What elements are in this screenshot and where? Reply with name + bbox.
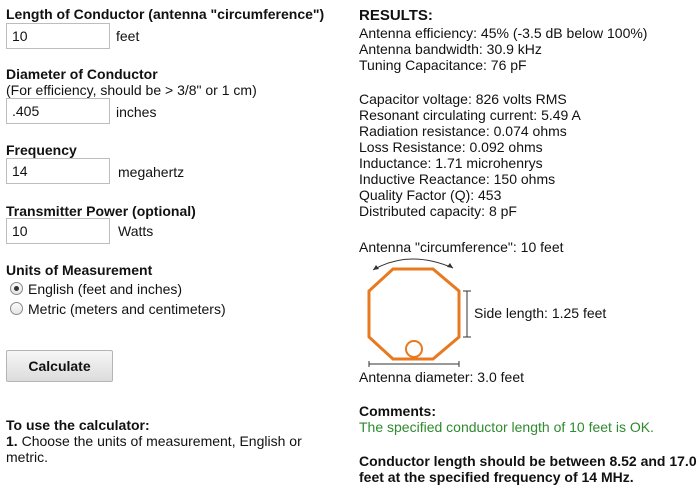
instructions-step-1: 1. Choose the units of measurement, Engl… [6,433,302,449]
result-inductive-reactance: Inductive Reactance: 150 ohms [359,171,556,187]
length-input[interactable] [6,23,110,49]
radio-metric[interactable] [10,302,23,315]
power-label: Transmitter Power (optional) [6,203,196,219]
length-label: Length of Conductor (antenna "circumfere… [6,6,325,22]
octagon-loop [367,267,461,361]
result-loss-resistance: Loss Resistance: 0.092 ohms [359,139,543,155]
result-tuning-capacitance: Tuning Capacitance: 76 pF [359,57,527,73]
advice-line-1: Conductor length should be between 8.52 … [359,453,697,469]
result-circulating-current: Resonant circulating current: 5.49 A [359,107,581,123]
antenna-diagram [367,258,471,367]
result-diameter: Antenna diameter: 3.0 feet [359,369,524,385]
results-title: RESULTS: [359,7,433,24]
units-label: Units of Measurement [6,262,153,278]
comment-text: The specified conductor length of 10 fee… [359,419,654,435]
result-bandwidth: Antenna bandwidth: 30.9 kHz [359,41,542,57]
result-distributed-capacity: Distributed capacity: 8 pF [359,203,517,219]
calculate-button[interactable]: Calculate [6,350,113,382]
frequency-input[interactable] [6,158,110,184]
frequency-unit: megahertz [118,164,185,180]
instructions-title: To use the calculator: [6,417,150,433]
result-inductance: Inductance: 1.71 microhenrys [359,155,543,171]
result-side-length: Side length: 1.25 feet [474,305,607,321]
length-unit: feet [116,28,140,44]
result-capacitor-voltage: Capacitor voltage: 826 volts RMS [359,91,567,107]
frequency-label: Frequency [6,142,77,158]
radio-english-label[interactable]: English (feet and inches) [28,281,182,297]
step-text-1: Choose the units of measurement, English… [21,433,302,449]
radio-english[interactable] [10,282,23,295]
result-quality-factor: Quality Factor (Q): 453 [359,187,502,203]
result-efficiency: Antenna efficiency: 45% (-3.5 dB below 1… [359,25,648,41]
step-number: 1. [6,433,18,449]
diameter-input[interactable] [6,98,110,124]
power-unit: Watts [118,223,154,239]
power-input[interactable] [6,218,110,244]
diameter-label: Diameter of Conductor [6,66,158,82]
instructions-step-1-cont: metric. [6,449,48,465]
comments-title: Comments: [359,403,437,419]
diameter-unit: inches [116,104,157,120]
diameter-hint: (For efficiency, should be > 3/8" or 1 c… [6,82,257,98]
radio-metric-label[interactable]: Metric (meters and centimeters) [28,301,226,317]
result-radiation-resistance: Radiation resistance: 0.074 ohms [359,123,567,139]
capacitor-icon [405,340,423,358]
